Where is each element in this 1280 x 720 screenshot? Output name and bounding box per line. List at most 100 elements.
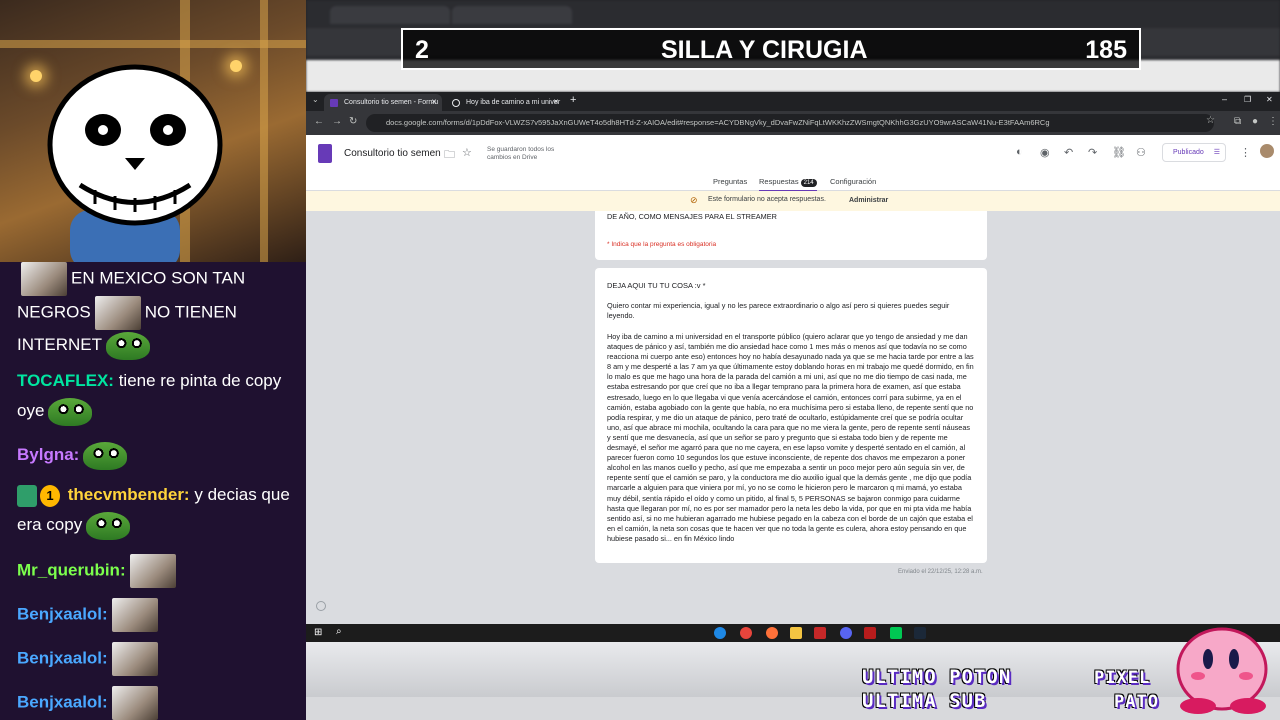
chat-username[interactable]: Benjxaalol: [17, 648, 108, 667]
publish-settings-icon: ☰ [1213, 149, 1220, 156]
chrome-icon[interactable] [740, 627, 752, 639]
avatar[interactable] [1260, 144, 1274, 158]
required-note: * Indica que la pregunta es obligatoria [607, 241, 717, 248]
file-explorer-icon[interactable] [790, 627, 802, 639]
cat-emote [21, 262, 67, 296]
last-donation-label: ULTIMO POTON [862, 666, 1012, 688]
app-icon[interactable] [864, 627, 876, 639]
answer-body: Hoy iba de camino a mi universidad en el… [607, 332, 974, 543]
redo-icon[interactable]: ↷ [1088, 146, 1097, 159]
gift-badge-icon: 1 [40, 484, 60, 507]
bookmark-star-icon[interactable]: ☆ [1206, 115, 1215, 126]
more-options-icon[interactable]: ⋮ [1240, 146, 1251, 159]
tab-search-icon[interactable]: ⌄ [312, 95, 319, 104]
responses-count-badge: 214 [800, 179, 817, 187]
answer-intro: Quiero contar mi experiencia, igual y no… [607, 301, 950, 321]
banner-left-number: 2 [415, 36, 429, 64]
cat-emote [111, 598, 158, 632]
back-icon[interactable]: ← [314, 116, 324, 127]
close-icon[interactable]: ✕ [431, 94, 437, 111]
help-icon[interactable] [316, 601, 326, 611]
globe-icon [452, 99, 460, 107]
notice-text: Este formulario no acepta respuestas. [708, 196, 826, 203]
form-description-card: DE AÑO, COMO MENSAJES PARA EL STREAMER *… [595, 211, 987, 260]
minimize-icon[interactable]: – [1222, 94, 1227, 104]
menu-kebab-icon[interactable]: ⋮ [1268, 116, 1278, 127]
tab-respuestas[interactable]: Respuestas 214 [759, 177, 817, 192]
star-icon[interactable]: ☆ [462, 146, 472, 159]
manage-link[interactable]: Administrar [849, 197, 888, 204]
close-icon[interactable]: ✕ [553, 94, 559, 111]
chat-username[interactable]: Benjxaalol: [17, 692, 108, 711]
window-close-icon[interactable]: ✕ [1266, 95, 1273, 104]
tab-configuracion[interactable]: Configuración [830, 177, 876, 186]
forms-header: Consultorio tio semen 🗀 ☆ Se guardaron t… [306, 135, 1280, 192]
response-card: DEJA AQUI TU TU COSA :v * Quiero contar … [595, 268, 987, 563]
new-tab-button[interactable]: + [570, 94, 576, 106]
discord-icon[interactable] [840, 627, 852, 639]
tab-preguntas[interactable]: Preguntas [713, 177, 747, 186]
form-title[interactable]: Consultorio tio semen [344, 148, 441, 159]
browser-tab[interactable]: Consultorio tio semen - Formu ✕ [324, 94, 442, 111]
address-bar-row: ← → ↻ docs.google.com/forms/d/1pDdFox-VL… [306, 111, 1280, 135]
chat-message: Benjxaalol: [17, 686, 303, 720]
firefox-icon[interactable] [766, 627, 778, 639]
forward-icon[interactable]: → [332, 116, 342, 127]
forms-logo-icon[interactable] [318, 144, 332, 163]
windows-start-icon[interactable]: ⊞ [314, 627, 322, 638]
chat-username[interactable]: Mr_querubin: [17, 560, 126, 579]
pato-label: PATO [1114, 692, 1159, 712]
notice-bar: ⊘ Este formulario no acepta respuestas. … [306, 191, 1280, 211]
responses-content: DE AÑO, COMO MENSAJES PARA EL STREAMER *… [306, 211, 1280, 624]
chat-text: NO TIENEN [144, 302, 237, 322]
submitted-timestamp: Enviado el 22/12/25, 12:28 a.m. [898, 569, 983, 575]
chat-message: EN MEXICO SON TAN NEGROS NO TIENEN INTERN… [17, 262, 303, 360]
search-icon[interactable]: ⌕ [336, 626, 342, 637]
chat-message: Bylgna: [17, 440, 303, 470]
browser-window: ⌄ Consultorio tio semen - Formu ✕ Hoy ib… [306, 92, 1280, 624]
chat-message: TOCAFLEX: tiene re pinta de copy oye [17, 366, 303, 426]
chat-username[interactable]: thecvmbender: [68, 485, 190, 504]
palette-icon[interactable]: ◐ [1016, 146, 1023, 158]
extensions-icon[interactable]: ⧉ [1234, 116, 1241, 127]
browser-tab-label: Hoy iba de camino a mi univer [466, 99, 561, 106]
browser-tab[interactable]: Hoy iba de camino a mi univer ✕ [446, 94, 564, 111]
chat-username[interactable]: TOCAFLEX: [17, 371, 114, 390]
undo-icon[interactable]: ↶ [1064, 146, 1073, 159]
skeleton-avatar [47, 64, 223, 262]
no-responses-icon: ⊘ [690, 195, 698, 205]
chat-text: EN MEXICO SON TAN [71, 268, 246, 288]
saved-status: Se guardaron todos los cambios en Drive [487, 146, 555, 161]
chat-username[interactable]: Benjxaalol: [17, 604, 108, 623]
app-icon[interactable] [890, 627, 902, 639]
question-title: DEJA AQUI TU TU COSA :v * [607, 281, 706, 290]
chat-text: NEGROS [17, 302, 91, 322]
stream-chat: EN MEXICO SON TAN NEGROS NO TIENEN INTERN… [0, 262, 306, 720]
add-collaborator-icon[interactable]: ⚇ [1136, 146, 1146, 159]
steam-icon[interactable] [914, 627, 926, 639]
tab-strip: ⌄ Consultorio tio semen - Formu ✕ Hoy ib… [306, 92, 1280, 111]
banner-right-number: 185 [1085, 36, 1127, 64]
published-button[interactable]: Publicado ☰ [1162, 143, 1226, 162]
subscriber-badge-icon [17, 484, 37, 507]
profile-icon[interactable]: ● [1252, 116, 1258, 127]
preview-eye-icon[interactable]: ◉ [1040, 146, 1050, 159]
frog-emote [106, 331, 150, 360]
edge-icon[interactable] [714, 627, 726, 639]
windows-taskbar: ⊞ ⌕ [306, 624, 1280, 642]
cat-emote [94, 296, 141, 330]
frog-emote [86, 511, 131, 540]
frog-emote [48, 397, 93, 426]
published-label: Publicado [1173, 149, 1204, 156]
cat-emote [111, 686, 158, 720]
reload-icon[interactable]: ↻ [349, 116, 357, 127]
url-field[interactable]: docs.google.com/forms/d/1pDdFox-VLWZS7v5… [366, 114, 1214, 132]
app-icon[interactable] [814, 627, 826, 639]
folder-icon[interactable]: 🗀 [444, 146, 455, 165]
maximize-icon[interactable]: ❐ [1244, 95, 1251, 104]
tab-respuestas-label: Respuestas [759, 177, 799, 186]
pixel-label: PIXEL [1094, 668, 1151, 688]
link-icon[interactable]: ⛓ [1112, 146, 1126, 159]
stream-webcam-overlay [0, 0, 306, 262]
chat-username[interactable]: Bylgna: [17, 445, 79, 464]
